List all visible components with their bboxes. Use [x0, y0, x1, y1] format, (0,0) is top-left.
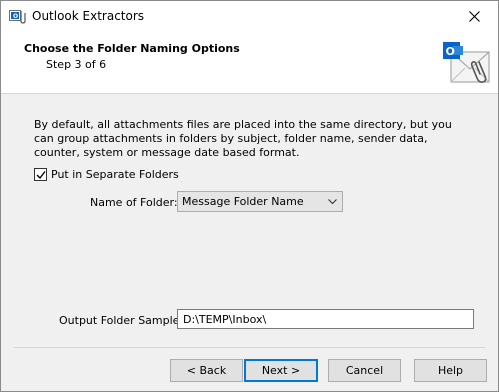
svg-text:O: O — [13, 13, 18, 20]
step-indicator: Step 3 of 6 — [46, 58, 107, 71]
page-title: Choose the Folder Naming Options — [24, 42, 240, 55]
cancel-button[interactable]: Cancel — [328, 359, 401, 382]
wizard-header: Choose the Folder Naming Options Step 3 … — [1, 32, 498, 94]
next-button[interactable]: Next > — [244, 359, 318, 382]
output-sample-field[interactable]: D:\TEMP\Inbox\ — [177, 309, 474, 329]
wizard-window: O Outlook Extractors Choose the Folder N… — [0, 0, 499, 392]
chevron-down-icon — [328, 199, 337, 205]
separate-folders-option[interactable]: Put in Separate Folders — [34, 167, 179, 181]
folder-name-selected: Message Folder Name — [182, 195, 304, 208]
title-bar[interactable]: O Outlook Extractors — [1, 1, 498, 32]
app-icon: O — [9, 7, 27, 24]
help-button[interactable]: Help — [414, 359, 487, 382]
svg-text:O: O — [446, 45, 455, 58]
close-icon — [469, 11, 480, 22]
footer-divider — [14, 347, 485, 348]
window-title: Outlook Extractors — [32, 9, 145, 23]
output-sample-label: Output Folder Sample: — [59, 314, 184, 327]
outlook-envelope-icon: O — [439, 38, 493, 88]
separate-folders-label: Put in Separate Folders — [51, 167, 179, 181]
check-icon — [36, 170, 46, 179]
folder-name-dropdown[interactable]: Message Folder Name — [177, 191, 343, 212]
description-text: By default, all attachments files are pl… — [34, 118, 452, 159]
separate-folders-checkbox[interactable] — [34, 167, 47, 181]
output-sample-value: D:\TEMP\Inbox\ — [183, 313, 267, 326]
folder-name-label: Name of Folder: — [90, 196, 178, 209]
close-button[interactable] — [452, 1, 498, 32]
back-button[interactable]: < Back — [170, 359, 243, 382]
